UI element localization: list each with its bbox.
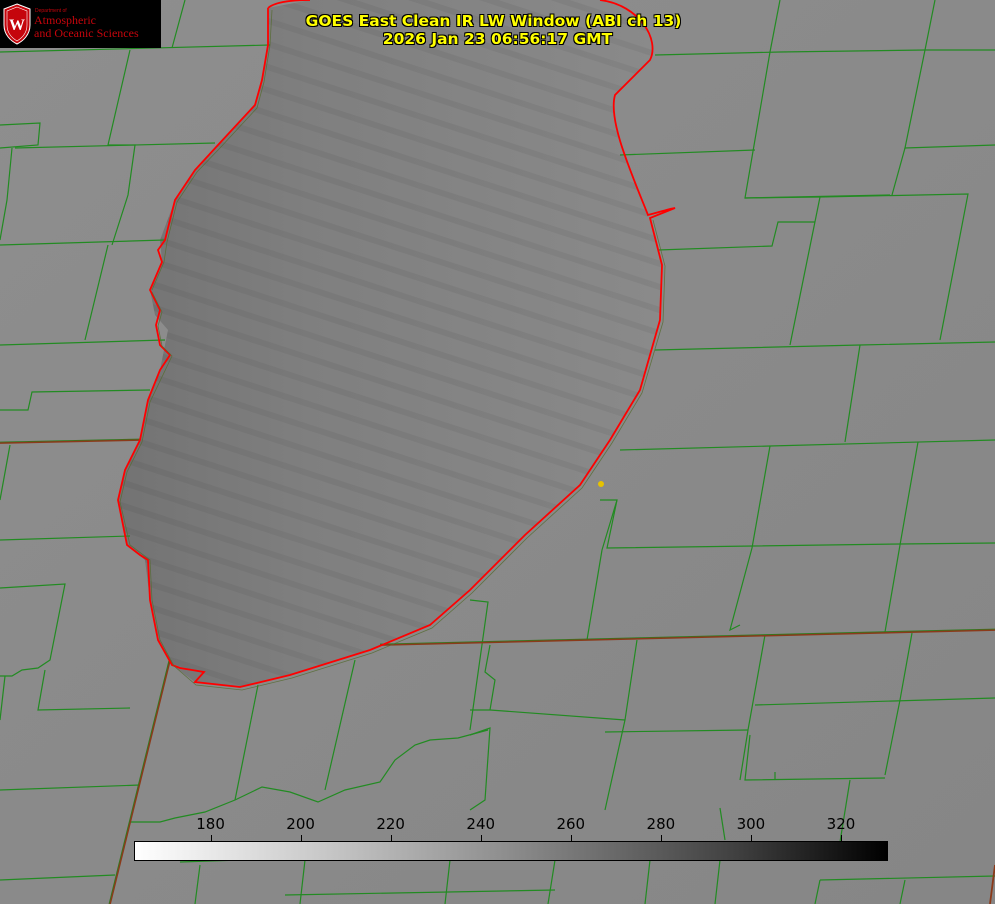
station-marker bbox=[598, 481, 604, 487]
title-line1: GOES East Clean IR LW Window (ABI ch 13) bbox=[305, 12, 682, 30]
colorbar-tick-label: 180 bbox=[196, 815, 225, 833]
satellite-map bbox=[0, 0, 995, 904]
colorbar-tick-label: 320 bbox=[826, 815, 856, 833]
colorbar-tick-label: 260 bbox=[556, 815, 586, 833]
colorbar-tick-label: 200 bbox=[286, 815, 315, 833]
title-timestamp: 2026 Jan 23 06:56:17 GMT bbox=[382, 30, 613, 48]
colorbar-tick-label: 300 bbox=[736, 815, 766, 833]
colorbar-tick-label: 280 bbox=[646, 815, 676, 833]
colorbar bbox=[134, 841, 888, 861]
colorbar-tick-label: 220 bbox=[376, 815, 405, 833]
image-title: GOES East Clean IR LW Window (ABI ch 13)… bbox=[0, 12, 995, 48]
colorbar-tick-label: 240 bbox=[466, 815, 496, 833]
